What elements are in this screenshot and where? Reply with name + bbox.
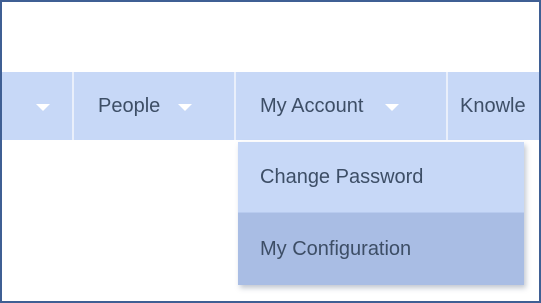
chevron-down-icon: [178, 103, 193, 111]
nav-item-my-account-label: My Account: [260, 94, 364, 117]
my-account-dropdown-menu: Change Password My Configuration: [238, 142, 524, 285]
menu-item-change-password[interactable]: Change Password: [238, 142, 524, 213]
menu-item-my-configuration-label: My Configuration: [260, 237, 412, 260]
chevron-down-icon: [385, 103, 400, 111]
nav-item-my-account[interactable]: My Account: [236, 72, 446, 140]
main-navbar: People My Account Knowle: [2, 72, 539, 140]
menu-item-my-configuration[interactable]: My Configuration: [238, 213, 524, 285]
screenshot-frame: People My Account Knowle Change Password…: [0, 0, 541, 303]
nav-item-people-label: People: [98, 94, 161, 117]
nav-item-people[interactable]: People: [74, 72, 234, 140]
nav-item-knowledge-label: Knowle: [460, 94, 526, 117]
chevron-down-icon: [36, 103, 50, 111]
menu-item-change-password-label: Change Password: [260, 166, 424, 188]
nav-item-knowledge[interactable]: Knowle: [448, 72, 539, 140]
nav-item-hidden[interactable]: [2, 72, 72, 140]
